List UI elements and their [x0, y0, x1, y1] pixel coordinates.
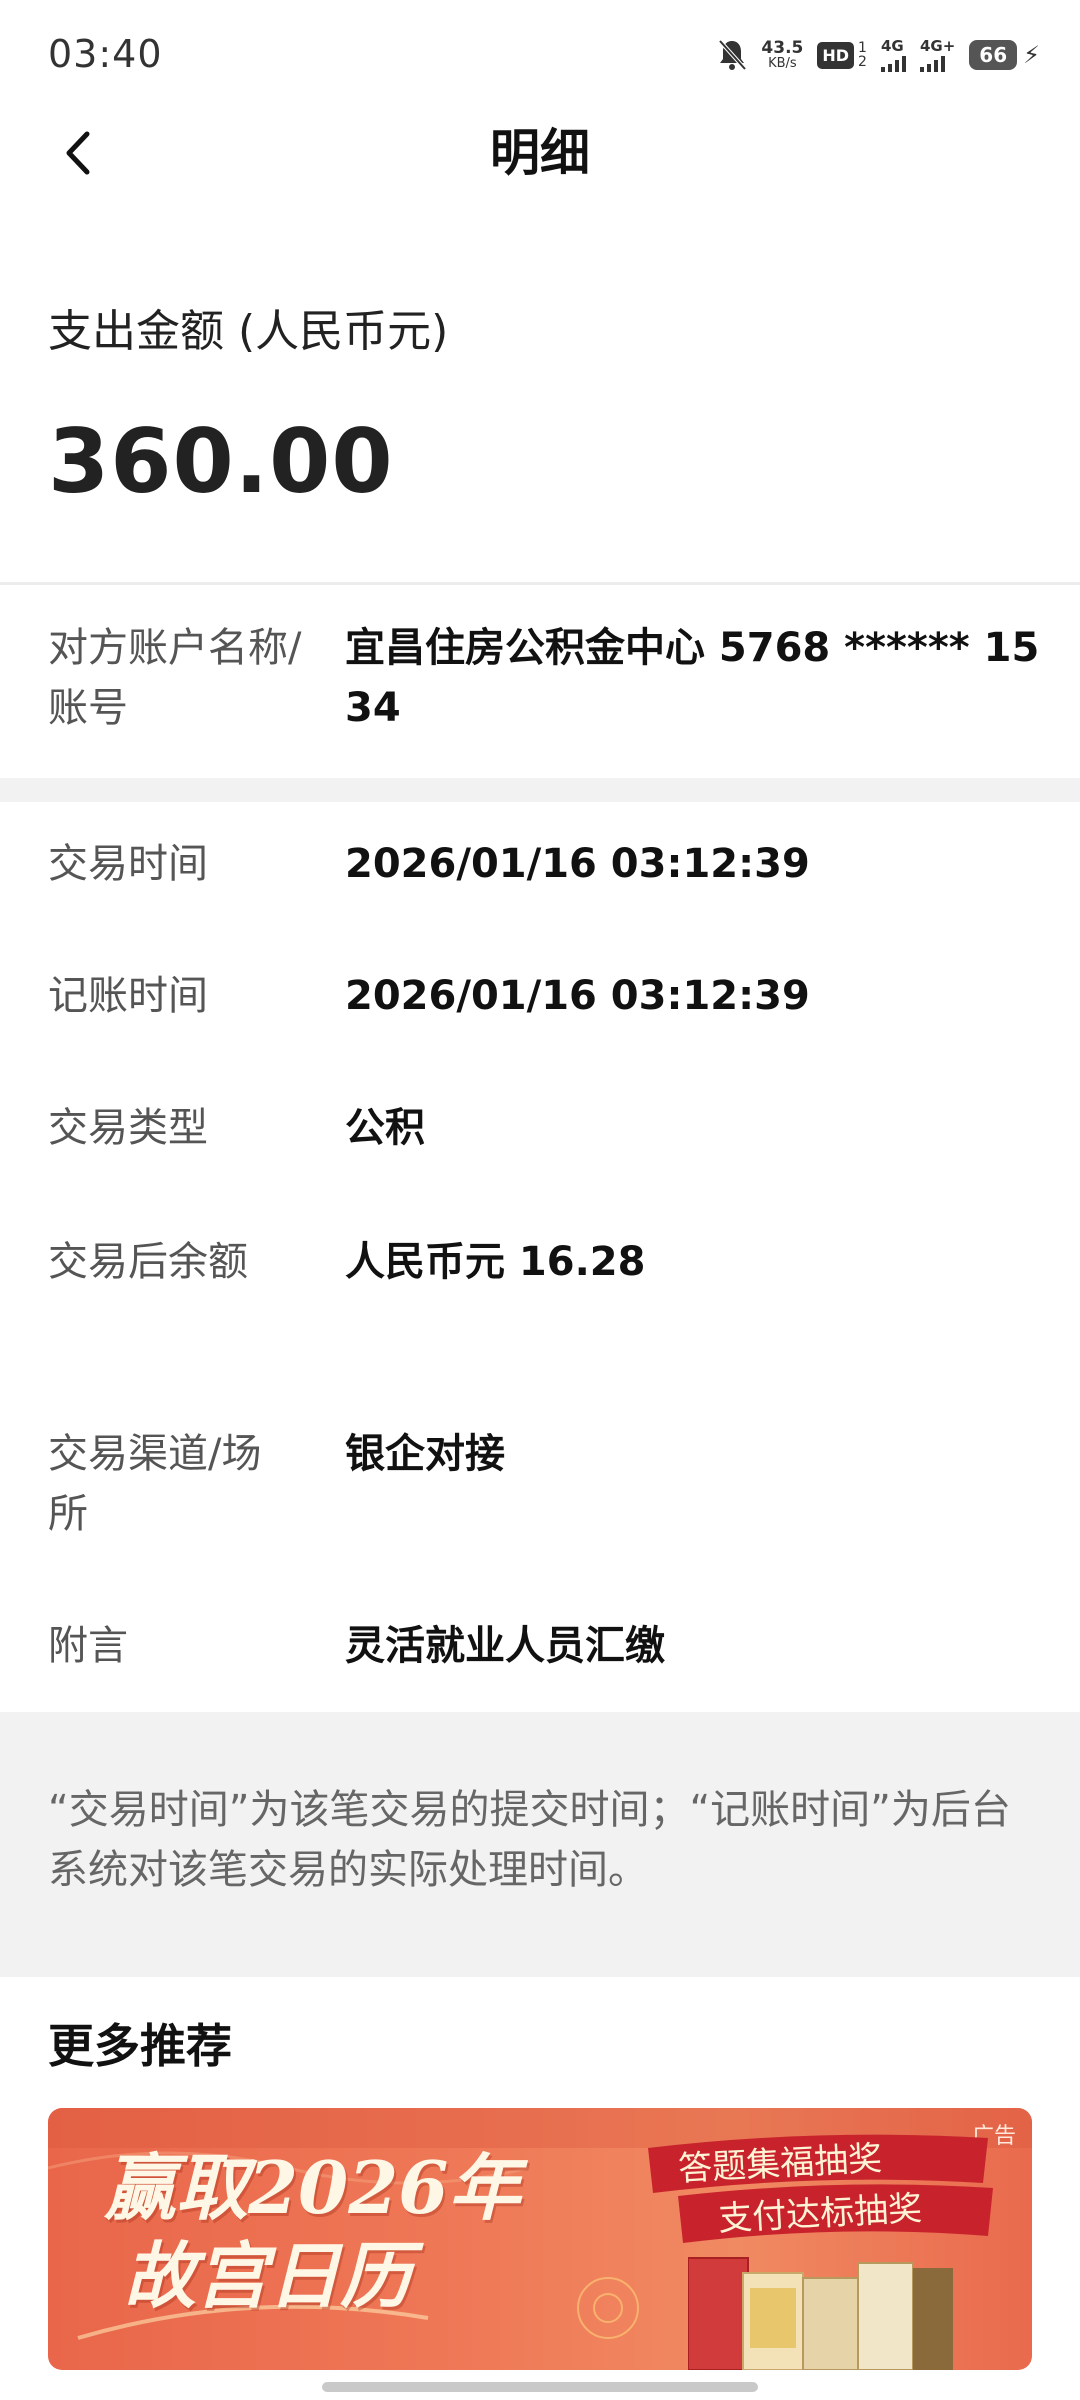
- detail-label: 记账时间: [48, 973, 208, 1019]
- network-speed: 43.5 KB/s: [761, 38, 804, 71]
- note-text: “交易时间”为该笔交易的提交时间；“记账时间”为后台系统对该笔交易的实际处理时间…: [48, 1787, 1011, 1893]
- detail-label: 交易时间: [48, 841, 208, 887]
- detail-label: 交易类型: [48, 1105, 208, 1151]
- signal-icon-2: 4G+: [919, 38, 955, 72]
- more-recommendations-title: 更多推荐: [48, 2019, 232, 2073]
- detail-value: 2026/01/16 03:12:39: [345, 841, 810, 887]
- page-title: 明细: [490, 124, 590, 182]
- detail-label: 对方账户名称/账号: [48, 625, 302, 731]
- detail-label: 交易渠道/场所: [48, 1431, 262, 1537]
- detail-value: 灵活就业人员汇缴: [345, 1623, 665, 1669]
- section-gap: [0, 778, 1080, 802]
- hd-sub-indicator: 1 2: [858, 40, 867, 70]
- status-time: 03:40: [48, 32, 163, 76]
- banner-headline: 赢取2026年 故宫日历: [104, 2145, 521, 2318]
- divider: [0, 582, 1080, 585]
- detail-label: 交易后余额: [48, 1239, 248, 1285]
- detail-label: 附言: [48, 1623, 128, 1669]
- amount-label: 支出金额 (人民币元): [48, 306, 449, 357]
- hd-voice-icon: HD: [817, 41, 855, 69]
- mute-bell-icon: [717, 38, 747, 72]
- signal-icon: 4G: [880, 38, 906, 72]
- promo-banner[interactable]: 广告 赢取2026年 故宫日历 答题集福抽奖 支付达标抽奖: [48, 2108, 1032, 2370]
- amount-value: 360.00: [48, 410, 394, 513]
- calendar-books-image: [688, 2257, 953, 2370]
- detail-value: 银企对接: [345, 1431, 505, 1477]
- battery-icon: 66: [969, 40, 1018, 70]
- status-icons: 43.5 KB/s HD 1 2 4G 4G+ 66 ⚡: [717, 30, 1040, 80]
- detail-value: 2026/01/16 03:12:39: [345, 973, 810, 1019]
- detail-value: 公积: [345, 1105, 425, 1151]
- detail-value: 人民币元 16.28: [345, 1239, 646, 1285]
- charging-bolt-icon: ⚡: [1023, 41, 1040, 69]
- nav-bar: 明细: [0, 110, 1080, 250]
- home-indicator[interactable]: [322, 2382, 758, 2392]
- status-bar: 03:40 43.5 KB/s HD 1 2 4G 4G+ 66 ⚡: [0, 0, 1080, 110]
- detail-value: 宜昌住房公积金中心 5768 ****** 1534: [345, 625, 1040, 731]
